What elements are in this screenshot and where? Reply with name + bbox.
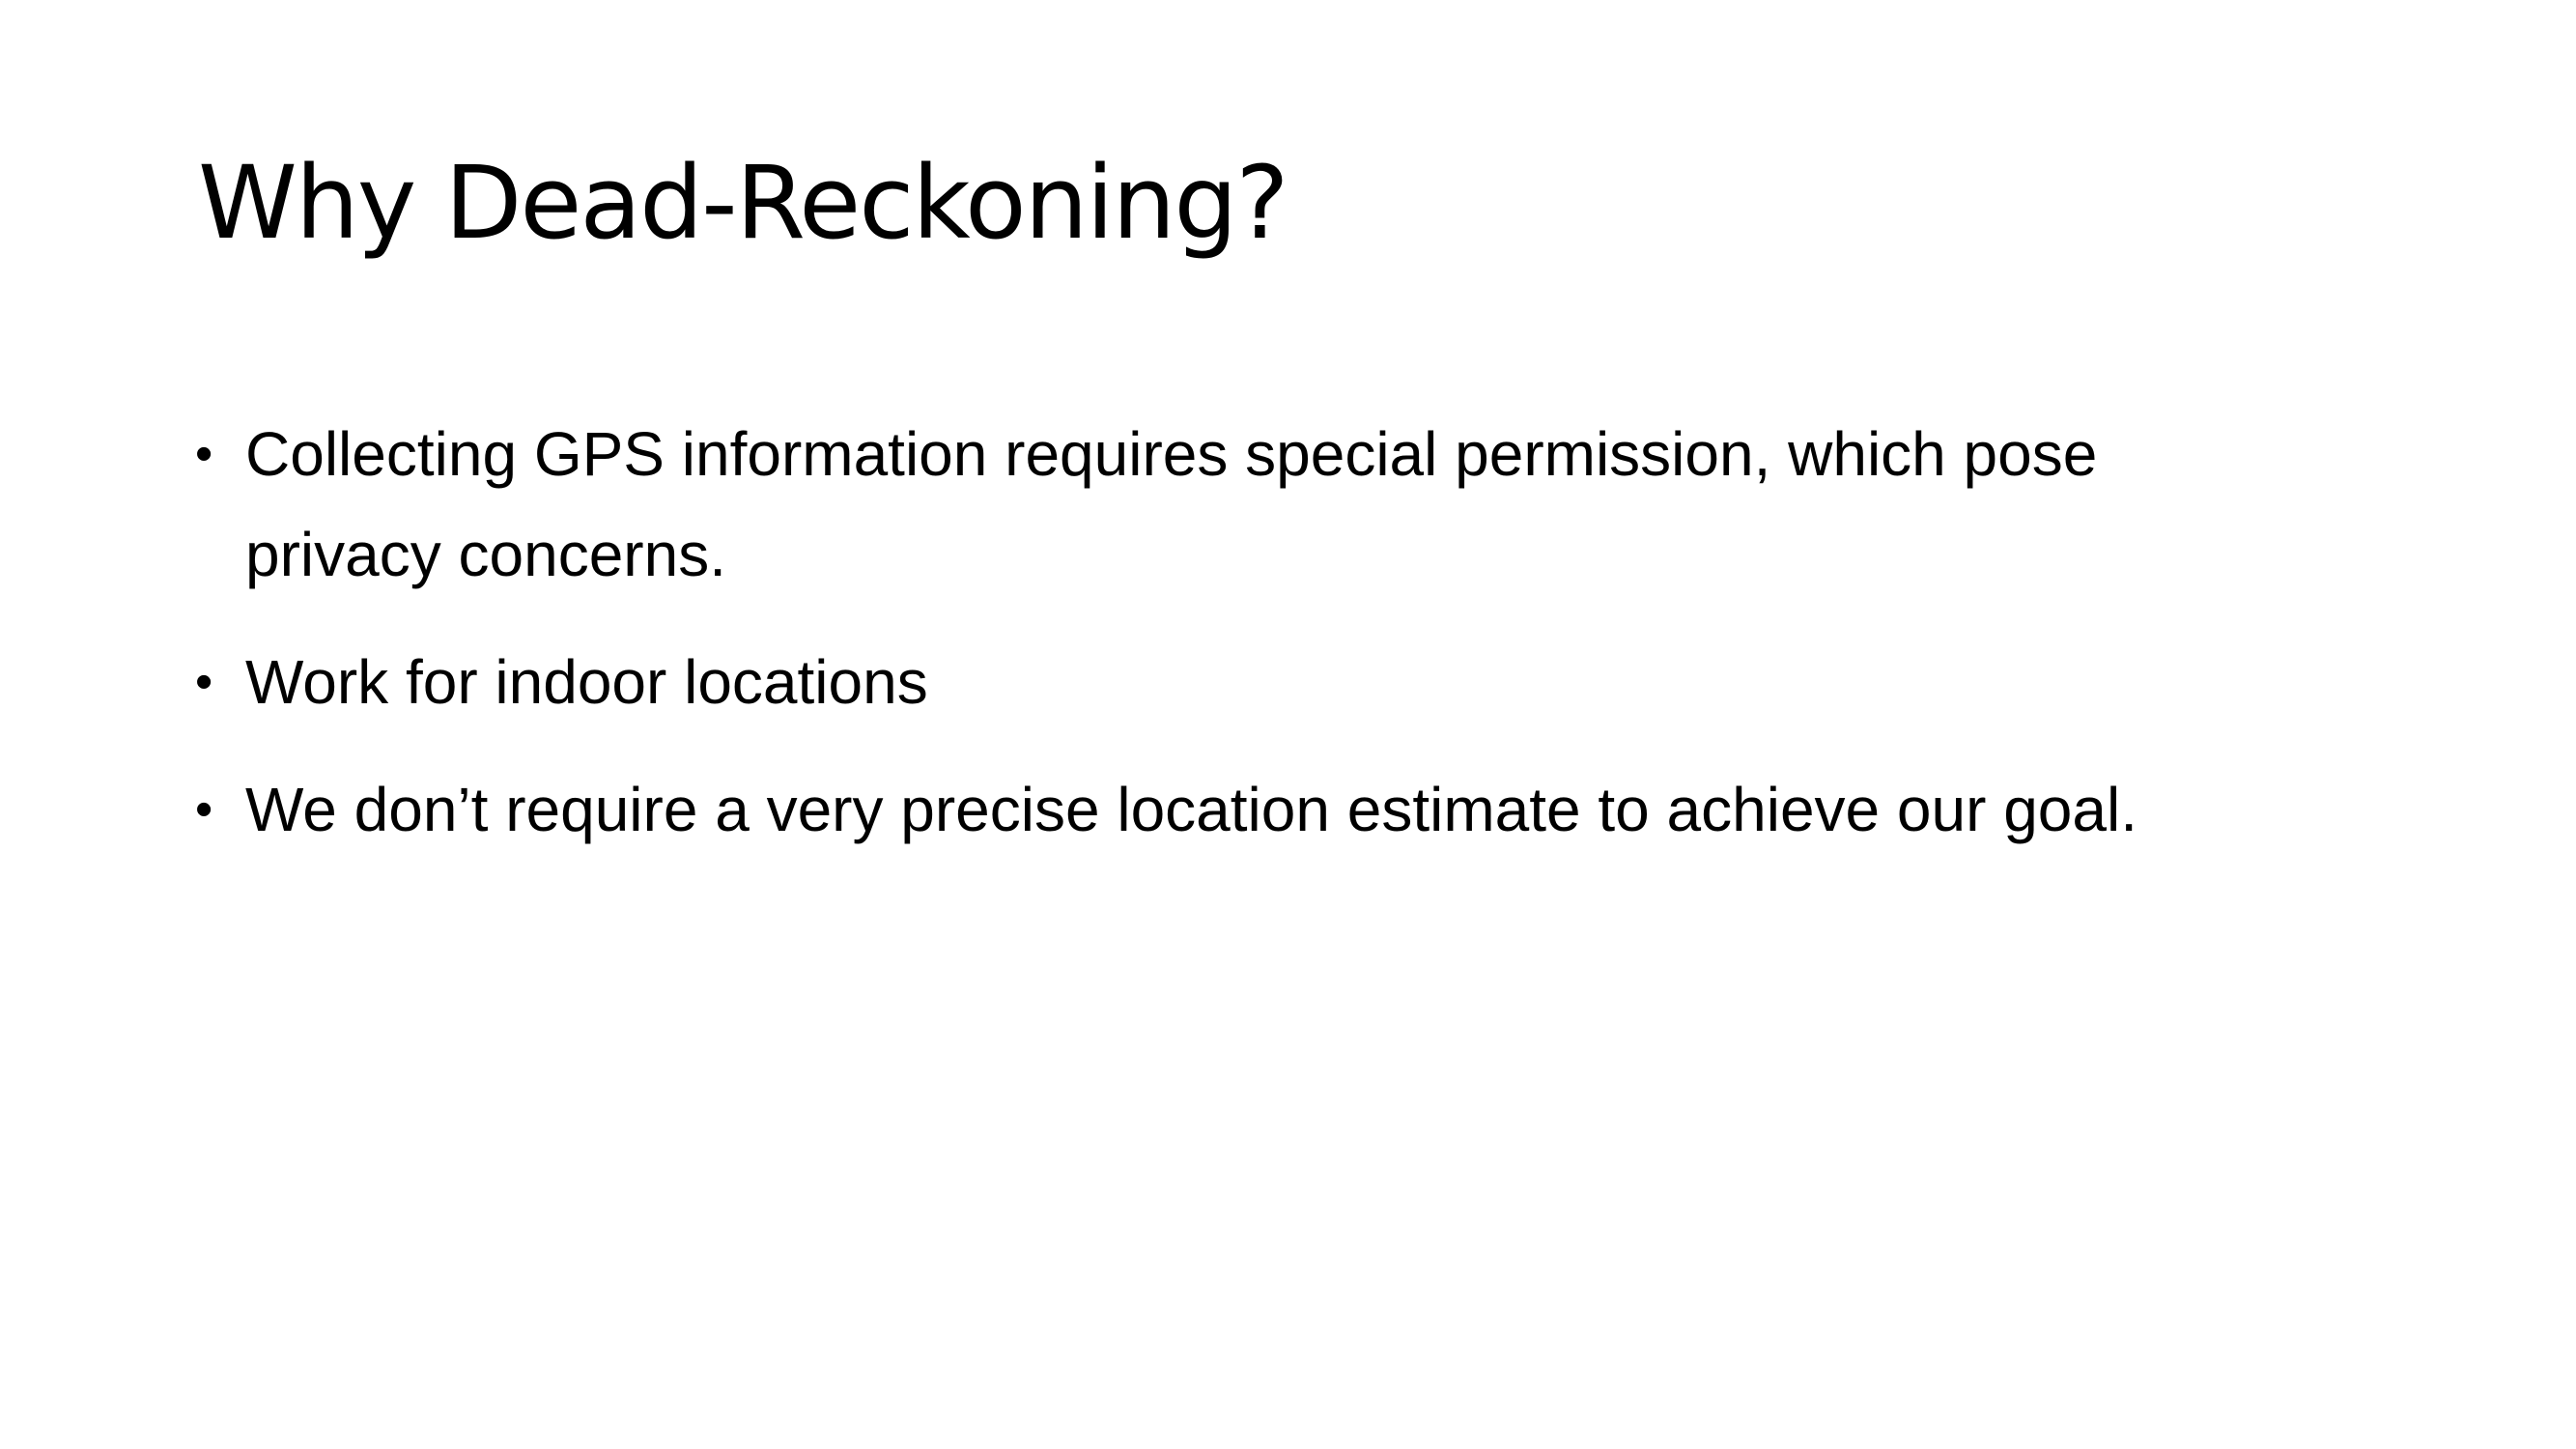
bullet-dot-icon: • <box>195 781 213 838</box>
slide-title: Why Dead-Reckoning? <box>198 144 1289 262</box>
bullet-list: • Collecting GPS information requires sp… <box>195 404 2417 887</box>
bullet-item: • We don’t require a very precise locati… <box>195 759 2417 860</box>
bullet-text: Collecting GPS information requires spec… <box>245 419 2098 589</box>
bullet-text: We don’t require a very precise location… <box>245 775 2137 844</box>
bullet-dot-icon: • <box>195 654 213 710</box>
bullet-text: Work for indoor locations <box>245 647 928 717</box>
slide: Why Dead-Reckoning? • Collecting GPS inf… <box>0 0 2576 1449</box>
bullet-item: • Work for indoor locations <box>195 632 2417 732</box>
bullet-dot-icon: • <box>195 426 213 482</box>
bullet-item: • Collecting GPS information requires sp… <box>195 404 2417 605</box>
